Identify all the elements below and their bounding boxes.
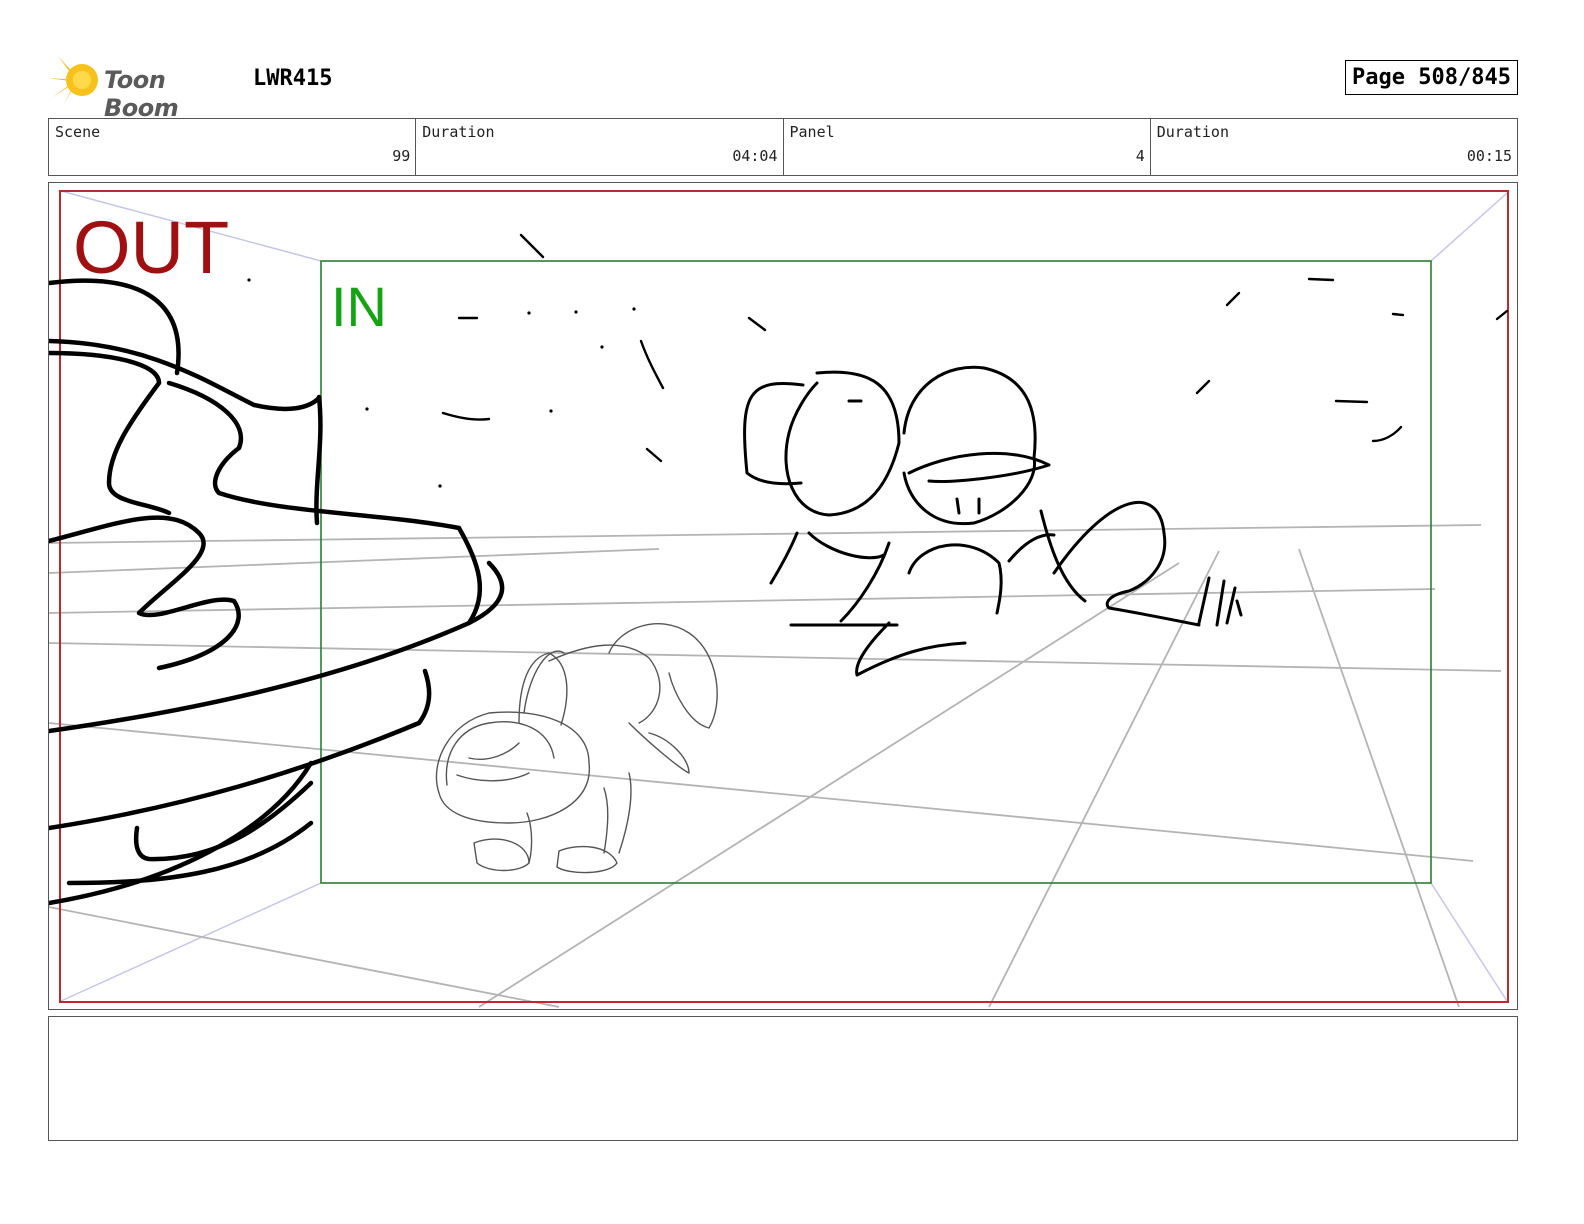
in-frame-label: IN (331, 275, 387, 338)
scene-duration-value: 04:04 (732, 147, 778, 165)
scene-label: Scene (55, 123, 101, 141)
storyboard-panel: OUT IN (48, 182, 1518, 1010)
panel-label: Panel (789, 123, 835, 141)
foreground-object-sketch (49, 278, 505, 906)
scene-duration-cell: Duration 04:04 (416, 119, 784, 175)
project-code: LWR415 (253, 66, 333, 91)
floor-grid (49, 524, 1502, 1008)
panel-cell: Panel 4 (784, 119, 1151, 175)
panel-drawing (49, 190, 1509, 1008)
starburst-icon (48, 56, 98, 104)
out-frame (59, 190, 1509, 1003)
page-indicator: Page 508/845 (1345, 60, 1518, 95)
scene-cell: Scene 99 (49, 119, 417, 175)
background-dots (247, 278, 636, 488)
out-frame-label: OUT (73, 206, 230, 289)
panel-duration-label: Duration (1156, 123, 1229, 141)
scene-info-row: Scene 99 Duration 04:04 Panel 4 Duration… (48, 118, 1518, 176)
panel-value: 4 (1135, 147, 1145, 165)
logo-text: Toon Boom (104, 66, 179, 122)
toon-boom-logo: Toon Boom (48, 52, 238, 122)
crouching-character-sketch (743, 365, 1243, 677)
pet-character-sketch (435, 623, 718, 874)
panel-duration-cell: Duration 00:15 (1151, 119, 1517, 175)
page-header: Toon Boom LWR415 Page 508/845 (48, 52, 1520, 122)
panel-notes-box (48, 1016, 1518, 1141)
scene-duration-label: Duration (422, 123, 495, 141)
panel-duration-value: 00:15 (1466, 147, 1512, 165)
camera-move-guides (60, 190, 1508, 1002)
scene-value: 99 (392, 147, 411, 165)
